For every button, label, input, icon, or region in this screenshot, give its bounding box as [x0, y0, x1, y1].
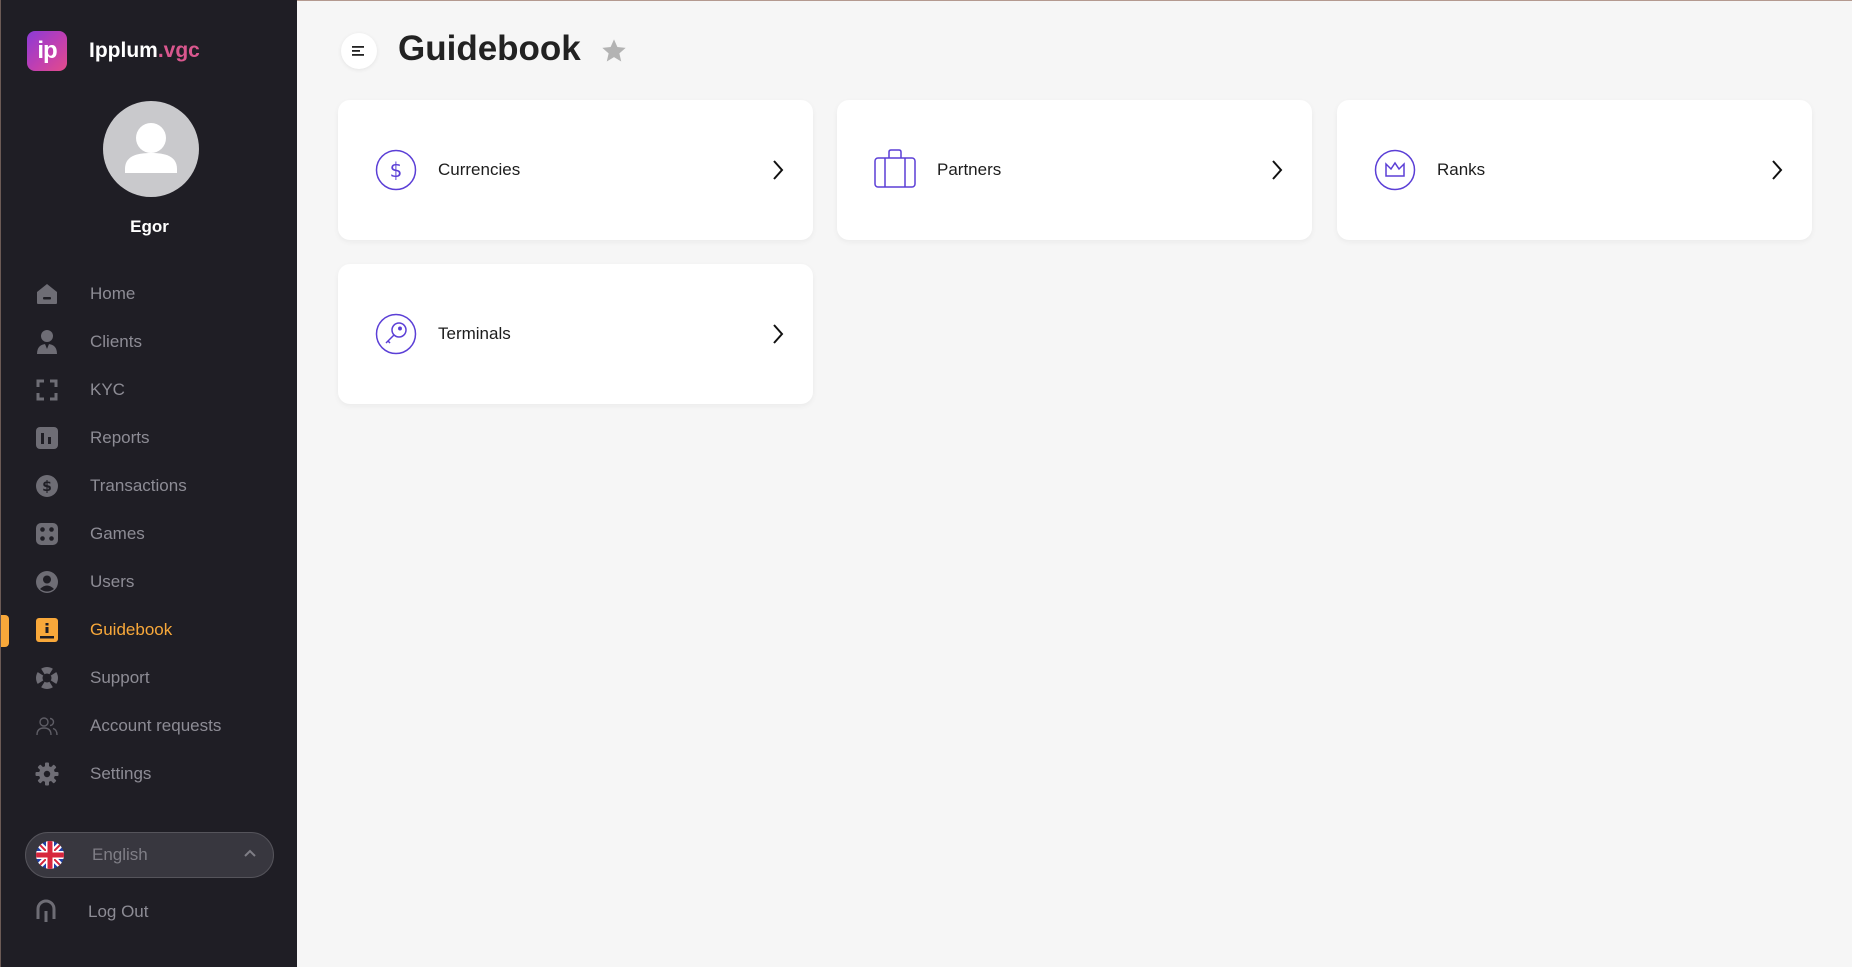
brand-name-ext: .vgc [157, 39, 200, 62]
sidebar-item-support[interactable]: Support [1, 654, 298, 702]
language-selector[interactable]: English [25, 832, 274, 878]
sidebar-item-home[interactable]: Home [1, 270, 298, 318]
crown-icon [1374, 149, 1416, 191]
brand-name-main: Ipplum [89, 39, 158, 62]
language-label: English [92, 845, 148, 864]
sidebar-item-users[interactable]: Users [1, 558, 298, 606]
sidebar-item-label: Games [90, 524, 145, 543]
page-title: Guidebook [398, 29, 581, 68]
chevron-right-icon [771, 323, 785, 350]
sidebar-item-label: Reports [90, 428, 150, 447]
chevron-right-icon [1270, 159, 1284, 186]
card-ranks[interactable]: Ranks [1337, 100, 1812, 240]
card-label: Currencies [438, 160, 521, 179]
logout-button[interactable]: Log Out [1, 888, 298, 936]
chevron-right-icon [771, 159, 785, 186]
sidebar-item-label: Transactions [90, 476, 187, 495]
sidebar-item-label: Settings [90, 764, 152, 783]
home-icon [34, 281, 60, 307]
reports-icon [34, 425, 60, 451]
brand-name: Ipplum.vgc [89, 39, 200, 63]
users-outline-icon [34, 713, 60, 739]
card-terminals[interactable]: Terminals [338, 264, 813, 404]
sidebar-item-guidebook[interactable]: Guidebook [1, 606, 298, 654]
brand[interactable]: ip Ipplum.vgc [27, 31, 200, 71]
top-border [297, 0, 1852, 1]
star-icon[interactable] [600, 37, 628, 70]
logout-icon [34, 897, 58, 928]
svg-text:$: $ [42, 479, 52, 495]
user-circle-icon [34, 569, 60, 595]
brand-logo: ip [27, 31, 67, 71]
sidebar-item-label: Home [90, 284, 136, 303]
briefcase-icon [874, 149, 916, 191]
card-label: Partners [937, 160, 1002, 179]
card-currencies[interactable]: $ Currencies [338, 100, 813, 240]
user-avatar-icon [125, 123, 177, 173]
toggle-sidebar-button[interactable] [341, 33, 377, 69]
sidebar-item-label: Support [90, 668, 150, 687]
book-icon [34, 617, 60, 643]
sidebar-item-kyc[interactable]: KYC [1, 366, 298, 414]
avatar[interactable] [103, 101, 199, 197]
sidebar-item-settings[interactable]: Settings [1, 750, 298, 798]
chevron-up-icon [243, 846, 257, 865]
sidebar-item-label: Guidebook [90, 620, 173, 639]
gear-icon [34, 761, 60, 787]
menu-icon [352, 46, 364, 56]
card-label: Ranks [1437, 160, 1486, 179]
sidebar-nav: Home Clients KYC Reports $ Transactions [1, 270, 298, 798]
sidebar-item-label: Clients [90, 332, 142, 351]
sidebar-item-label: Account requests [90, 716, 222, 735]
card-label: Terminals [438, 324, 511, 343]
lifebuoy-icon [34, 665, 60, 691]
uk-flag-icon [36, 841, 64, 869]
dollar-circle-icon: $ [375, 149, 417, 191]
sidebar-item-transactions[interactable]: $ Transactions [1, 462, 298, 510]
sidebar: ip Ipplum.vgc Egor Home Clients KYC Repo… [0, 0, 297, 967]
key-icon [375, 313, 417, 355]
sidebar-item-games[interactable]: Games [1, 510, 298, 558]
sidebar-item-reports[interactable]: Reports [1, 414, 298, 462]
sidebar-item-label: KYC [90, 380, 125, 399]
scan-icon [34, 377, 60, 403]
dollar-icon: $ [34, 473, 60, 499]
svg-text:$: $ [390, 158, 403, 182]
user-name: Egor [130, 217, 169, 236]
sidebar-item-account-requests[interactable]: Account requests [1, 702, 298, 750]
clients-icon [34, 329, 60, 355]
card-partners[interactable]: Partners [837, 100, 1312, 240]
logout-label: Log Out [88, 902, 149, 921]
sidebar-item-label: Users [90, 572, 135, 591]
games-icon [34, 521, 60, 547]
chevron-right-icon [1770, 159, 1784, 186]
sidebar-item-clients[interactable]: Clients [1, 318, 298, 366]
